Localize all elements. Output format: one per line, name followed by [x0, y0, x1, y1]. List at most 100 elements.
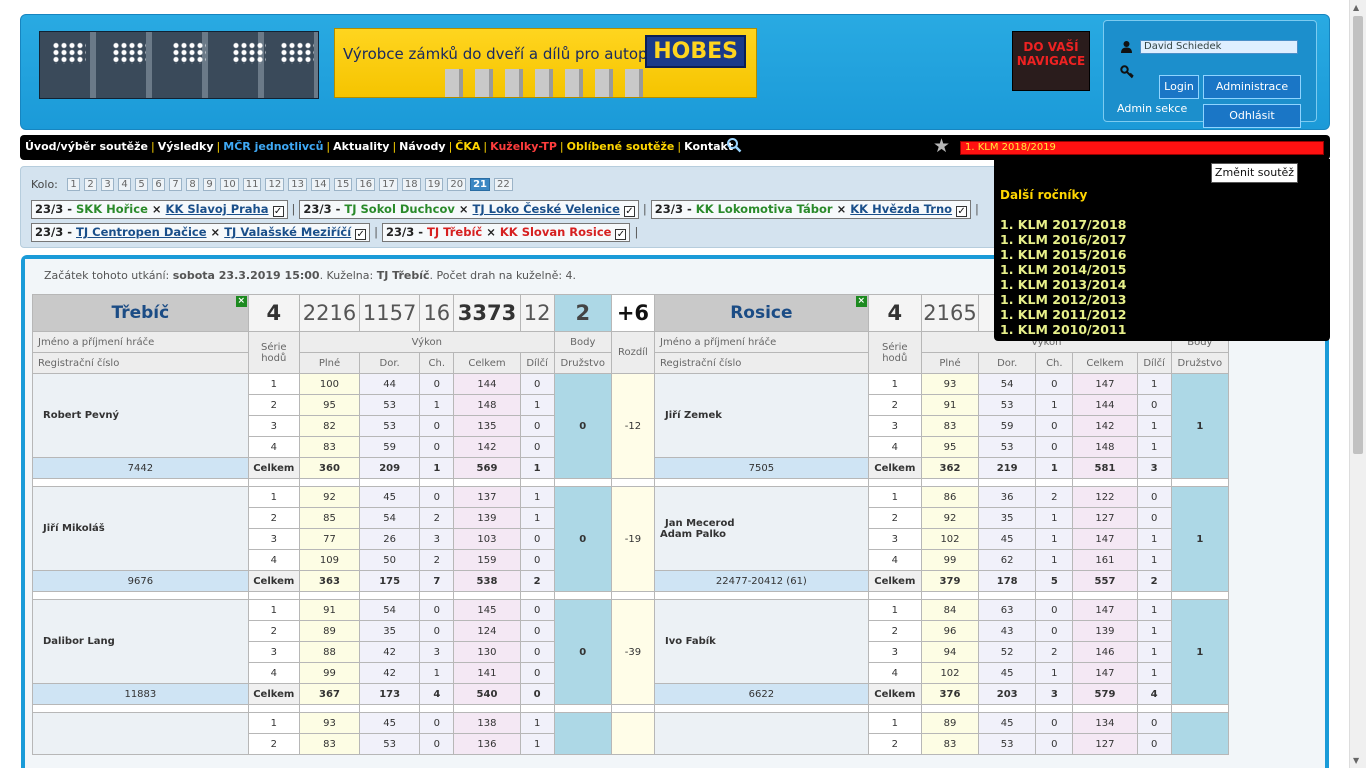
close-icon[interactable]: × — [855, 296, 867, 307]
home-team-link[interactable]: TJ Centropen Dačice — [76, 225, 207, 239]
nav-item[interactable]: Úvod/výběr soutěže — [25, 140, 148, 153]
match-item[interactable]: 23/3 - TJ Centropen Dačice × TJ Valašské… — [31, 223, 371, 242]
round-19[interactable]: 19 — [424, 178, 444, 191]
away-team-link[interactable]: KK Slavoj Praha — [166, 202, 269, 216]
home-team-name[interactable]: Třebíč × — [32, 294, 249, 332]
away-celkem-value: 127 — [1072, 507, 1138, 529]
scroll-down-icon[interactable]: ▼ — [1353, 756, 1359, 765]
checkbox-icon[interactable]: ✓ — [272, 206, 284, 217]
home-player-name[interactable]: Dalibor Lang — [32, 599, 249, 684]
round-10[interactable]: 10 — [220, 178, 239, 191]
season-link[interactable]: 1. KLM 2017/2018 — [1000, 217, 1126, 232]
checkbox-icon[interactable]: ✓ — [355, 229, 367, 240]
match-separator: | — [642, 202, 647, 216]
away-player-name[interactable]: Ivo Fabík — [654, 599, 869, 684]
round-8[interactable]: 8 — [186, 178, 199, 191]
search-icon[interactable] — [726, 137, 742, 157]
username-field[interactable]: David Schiedek — [1140, 40, 1298, 54]
away-player-name[interactable] — [654, 712, 869, 755]
season-link[interactable]: 1. KLM 2011/2012 — [1000, 307, 1126, 322]
round-6[interactable]: 6 — [152, 178, 165, 191]
season-link[interactable]: 1. KLM 2012/2013 — [1000, 292, 1126, 307]
nav-item[interactable]: Návody — [399, 140, 445, 153]
round-15[interactable]: 15 — [333, 178, 353, 191]
round-13[interactable]: 13 — [288, 178, 307, 191]
page-scrollbar[interactable]: ▲ ▼ — [1349, 0, 1366, 768]
home-team-link[interactable]: TJ Třebíč — [427, 225, 482, 239]
login-button[interactable]: Login — [1159, 75, 1199, 99]
checkbox-icon[interactable]: ✓ — [615, 229, 627, 240]
nav-item[interactable]: Kuželky-TP — [490, 140, 557, 153]
away-dor-value: 45 — [978, 712, 1037, 734]
match-item[interactable]: 23/3 - TJ Třebíč × KK Slovan Rosice ✓ — [382, 223, 631, 242]
match-item[interactable]: 23/3 - TJ Sokol Duchcov × TJ Loko České … — [299, 200, 639, 219]
away-dor-value: 53 — [978, 733, 1037, 755]
hobes-ad-banner[interactable]: Výrobce zámků do dveří a dílů pro autopr… — [334, 28, 757, 98]
home-team-link[interactable]: TJ Sokol Duchcov — [344, 202, 454, 216]
nav-item[interactable]: MČR jednotlivců — [223, 140, 323, 153]
away-team-name[interactable]: Rosice × — [654, 294, 869, 332]
season-link[interactable]: 1. KLM 2015/2016 — [1000, 247, 1126, 262]
match-date: 23/3 - — [654, 202, 692, 216]
login-box: David Schiedek Login Administrace Admin … — [1103, 20, 1317, 128]
scroll-up-icon[interactable]: ▲ — [1353, 3, 1359, 12]
bowling-lanes-image[interactable] — [39, 31, 319, 99]
nav-separator: | — [151, 140, 155, 153]
match-item[interactable]: 23/3 - KK Lokomotiva Tábor × KK Hvězda T… — [650, 200, 972, 219]
nav-item[interactable]: Aktuality — [333, 140, 389, 153]
round-22[interactable]: 22 — [494, 178, 513, 191]
round-1[interactable]: 1 — [67, 178, 80, 191]
spacer-cell — [610, 478, 656, 487]
administration-button[interactable]: Administrace — [1203, 75, 1301, 99]
away-team-link[interactable]: TJ Valašské Meziříčí — [224, 225, 351, 239]
round-20[interactable]: 20 — [447, 178, 467, 191]
away-team-link[interactable]: TJ Loko České Velenice — [473, 202, 620, 216]
away-player-name[interactable]: Jan Mecerod Adam Palko — [654, 486, 869, 571]
home-player-name-text: Robert Pevný — [43, 410, 119, 421]
round-5[interactable]: 5 — [135, 178, 148, 191]
scroll-thumb[interactable] — [1353, 16, 1363, 454]
round-17[interactable]: 17 — [379, 178, 398, 191]
home-player-name[interactable]: Jiří Mikoláš — [32, 486, 249, 571]
away-team-link[interactable]: KK Hvězda Trno — [850, 202, 952, 216]
away-team-link[interactable]: KK Slovan Rosice — [500, 225, 612, 239]
spacer-row — [32, 478, 1230, 487]
season-link[interactable]: 1. KLM 2016/2017 — [1000, 232, 1126, 247]
home-player-name[interactable]: Robert Pevný — [32, 373, 249, 458]
nav-item[interactable]: ČKA — [455, 140, 480, 153]
round-9[interactable]: 9 — [203, 178, 216, 191]
round-14[interactable]: 14 — [310, 178, 330, 191]
home-player-name[interactable] — [32, 712, 249, 755]
away-celkem-value: 134 — [1072, 712, 1138, 734]
competition-selector[interactable]: 1. KLM 2018/2019 — [960, 141, 1324, 155]
close-icon[interactable]: × — [235, 296, 247, 307]
round-18[interactable]: 18 — [401, 178, 421, 191]
nav-separator: | — [677, 140, 682, 153]
favorite-star-icon[interactable]: ★ — [933, 135, 950, 157]
checkbox-icon[interactable]: ✓ — [956, 206, 968, 217]
season-link[interactable]: 1. KLM 2014/2015 — [1000, 262, 1126, 277]
nav-item[interactable]: Oblíbené soutěže — [567, 140, 675, 153]
change-competition-button[interactable]: Změnit soutěž — [1211, 163, 1298, 183]
checkbox-icon[interactable]: ✓ — [623, 206, 635, 217]
nav-item[interactable]: Výsledky — [158, 140, 214, 153]
round-4[interactable]: 4 — [118, 178, 131, 191]
home-plne-value: 109 — [298, 549, 361, 571]
away-player-name[interactable]: Jiří Zemek — [654, 373, 869, 458]
round-7[interactable]: 7 — [169, 178, 182, 191]
season-link[interactable]: 1. KLM 2010/2011 — [1000, 322, 1126, 337]
logout-button[interactable]: Odhlásit — [1203, 104, 1301, 128]
round-21[interactable]: 21 — [470, 178, 490, 191]
round-2[interactable]: 2 — [84, 178, 97, 191]
round-3[interactable]: 3 — [101, 178, 114, 191]
round-12[interactable]: 12 — [265, 178, 285, 191]
home-team-link[interactable]: KK Lokomotiva Tábor — [696, 202, 833, 216]
home-team-link[interactable]: SKK Hořice — [76, 202, 148, 216]
away-plne-value: 93 — [920, 373, 980, 395]
season-link[interactable]: 1. KLM 2013/2014 — [1000, 277, 1126, 292]
round-11[interactable]: 11 — [242, 178, 262, 191]
navigation-ad-logo[interactable]: DO VAŠÍ NAVIGACE — [1012, 31, 1090, 91]
round-16[interactable]: 16 — [356, 178, 376, 191]
total-label: Celkem — [247, 570, 300, 592]
match-item[interactable]: 23/3 - SKK Hořice × KK Slavoj Praha ✓ — [31, 200, 288, 219]
